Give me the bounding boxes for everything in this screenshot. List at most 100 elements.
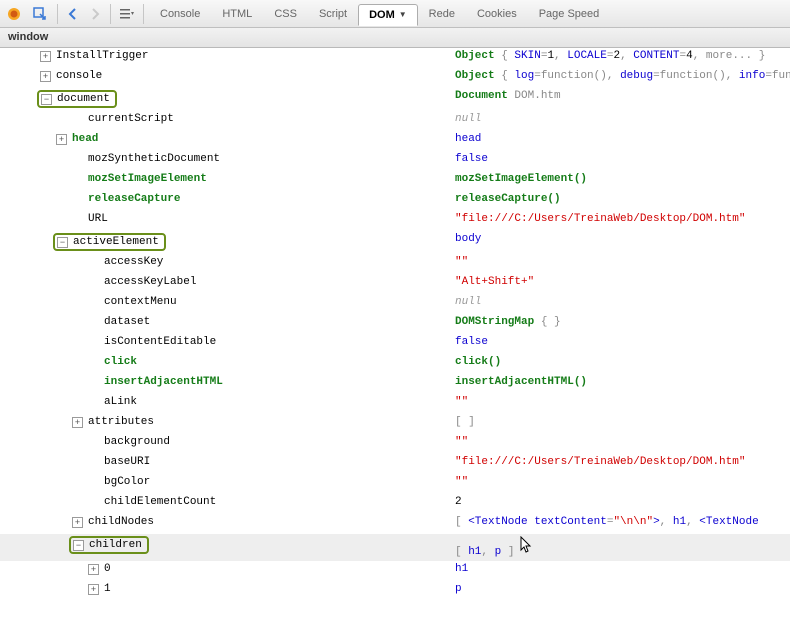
property-value: 2	[455, 496, 790, 508]
tree-row[interactable]: aLink ""	[0, 394, 790, 414]
property-name: console	[56, 70, 102, 82]
firebug-icon[interactable]	[2, 3, 26, 25]
tab-page-speed[interactable]: Page Speed	[528, 3, 611, 25]
property-name: attributes	[88, 416, 154, 428]
property-name: childNodes	[88, 516, 154, 528]
breadcrumb[interactable]: window	[0, 28, 790, 48]
highlight-box: −children	[69, 536, 149, 554]
expand-icon[interactable]: +	[56, 134, 67, 145]
back-icon[interactable]	[63, 3, 83, 25]
expand-icon[interactable]: +	[72, 417, 83, 428]
property-name: insertAdjacentHTML	[104, 376, 223, 388]
property-name: accessKeyLabel	[104, 276, 196, 288]
property-name: childElementCount	[104, 496, 216, 508]
tree-row[interactable]: dataset DOMStringMap { }	[0, 314, 790, 334]
tree-row[interactable]: +0h1	[0, 561, 790, 581]
tree-row[interactable]: insertAdjacentHTML insertAdjacentHTML()	[0, 374, 790, 394]
tree-row[interactable]: −documentDocument DOM.htm	[0, 88, 790, 111]
property-name: accessKey	[104, 256, 163, 268]
tab-console[interactable]: Console	[149, 3, 211, 25]
property-name: click	[104, 356, 137, 368]
separator	[110, 4, 111, 24]
property-value: ""	[455, 476, 790, 488]
property-name: document	[57, 93, 110, 105]
dropdown-icon[interactable]: ▼	[399, 10, 407, 19]
property-value: null	[455, 113, 790, 125]
property-value: "file:///C:/Users/TreinaWeb/Desktop/DOM.…	[455, 213, 790, 225]
tree-row[interactable]: +headhead	[0, 131, 790, 151]
tab-html[interactable]: HTML	[211, 3, 263, 25]
property-value: Object { SKIN=1, LOCALE=2, CONTENT=4, mo…	[455, 50, 790, 62]
property-value: ""	[455, 256, 790, 268]
tab-css[interactable]: CSS	[263, 3, 308, 25]
property-value: mozSetImageElement()	[455, 173, 790, 185]
tree-row[interactable]: mozSetImageElementmozSetImageElement()	[0, 171, 790, 191]
tab-rede[interactable]: Rede	[418, 3, 466, 25]
property-value: "Alt+Shift+"	[455, 276, 790, 288]
tree-row[interactable]: background ""	[0, 434, 790, 454]
breadcrumb-text: window	[8, 31, 48, 43]
property-value: [ ]	[455, 416, 790, 428]
tree-row[interactable]: childElementCount 2	[0, 494, 790, 514]
property-name: bgColor	[104, 476, 150, 488]
tree-row[interactable]: releaseCapturereleaseCapture()	[0, 191, 790, 211]
dom-tree: + InstallTrigger Object { SKIN=1, LOCALE=2…	[0, 48, 790, 625]
tree-row[interactable]: + attributes [ ]	[0, 414, 790, 434]
property-value: "file:///C:/Users/TreinaWeb/Desktop/DOM.…	[455, 456, 790, 468]
tree-row[interactable]: contextMenu null	[0, 294, 790, 314]
property-name: mozSyntheticDocument	[88, 153, 220, 165]
collapse-icon[interactable]: −	[73, 540, 84, 551]
menu-icon[interactable]	[116, 3, 138, 25]
toolbar: ConsoleHTMLCSSScriptDOM▼RedeCookiesPage …	[0, 0, 790, 28]
property-value: null	[455, 296, 790, 308]
tree-row[interactable]: isContentEditablefalse	[0, 334, 790, 354]
tab-script[interactable]: Script	[308, 3, 358, 25]
tabs: ConsoleHTMLCSSScriptDOM▼RedeCookiesPage …	[149, 3, 610, 25]
tab-cookies[interactable]: Cookies	[466, 3, 528, 25]
expand-icon[interactable]: +	[40, 71, 51, 82]
tree-row[interactable]: +1p	[0, 581, 790, 601]
property-name: background	[104, 436, 170, 448]
collapse-icon[interactable]: −	[41, 94, 52, 105]
tree-row[interactable]: clickclick()	[0, 354, 790, 374]
tree-row[interactable]: bgColor ""	[0, 474, 790, 494]
tree-row[interactable]: accessKeyLabel "Alt+Shift+"	[0, 274, 790, 294]
collapse-icon[interactable]: −	[57, 237, 68, 248]
property-name: dataset	[104, 316, 150, 328]
tree-row[interactable]: −activeElementbody	[0, 231, 790, 254]
tree-row[interactable]: +consoleObject { log=function(), debug=f…	[0, 68, 790, 88]
tree-row[interactable]: mozSyntheticDocumentfalse	[0, 151, 790, 171]
property-name: currentScript	[88, 113, 174, 125]
property-name: InstallTrigger	[56, 50, 148, 62]
tree-row[interactable]: + childNodes [ <TextNode textContent="\n\n…	[0, 514, 790, 534]
tree-row[interactable]: baseURI"file:///C:/Users/TreinaWeb/Deskt…	[0, 454, 790, 474]
tree-row[interactable]: URL"file:///C:/Users/TreinaWeb/Desktop/D…	[0, 211, 790, 231]
tree-row[interactable]: + InstallTrigger Object { SKIN=1, LOCALE=2…	[0, 48, 790, 68]
property-value: [ h1, p ]	[455, 536, 790, 558]
tree-row[interactable]: −children [ h1, p ]	[0, 534, 790, 561]
property-name: activeElement	[73, 236, 159, 248]
property-name: children	[89, 539, 142, 551]
forward-icon[interactable]	[85, 3, 105, 25]
property-value: ""	[455, 436, 790, 448]
mouse-cursor-icon	[520, 536, 534, 558]
inspect-icon[interactable]	[28, 3, 52, 25]
property-name: contextMenu	[104, 296, 177, 308]
property-value: releaseCapture()	[455, 193, 790, 205]
property-value: insertAdjacentHTML()	[455, 376, 790, 388]
property-value: [ <TextNode textContent="\n\n">, h1, <Te…	[455, 516, 790, 528]
property-value: false	[455, 336, 790, 348]
tree-row[interactable]: accessKey ""	[0, 254, 790, 274]
separator	[57, 4, 58, 24]
property-value: DOMStringMap { }	[455, 316, 790, 328]
expand-icon[interactable]: +	[88, 564, 99, 575]
expand-icon[interactable]: +	[88, 584, 99, 595]
property-value: ""	[455, 396, 790, 408]
property-name: aLink	[104, 396, 137, 408]
expand-icon[interactable]: +	[40, 51, 51, 62]
property-name: 1	[104, 583, 111, 595]
tree-row[interactable]: currentScript null	[0, 111, 790, 131]
expand-icon[interactable]: +	[72, 517, 83, 528]
property-value: head	[455, 133, 790, 145]
tab-dom[interactable]: DOM▼	[358, 4, 418, 26]
